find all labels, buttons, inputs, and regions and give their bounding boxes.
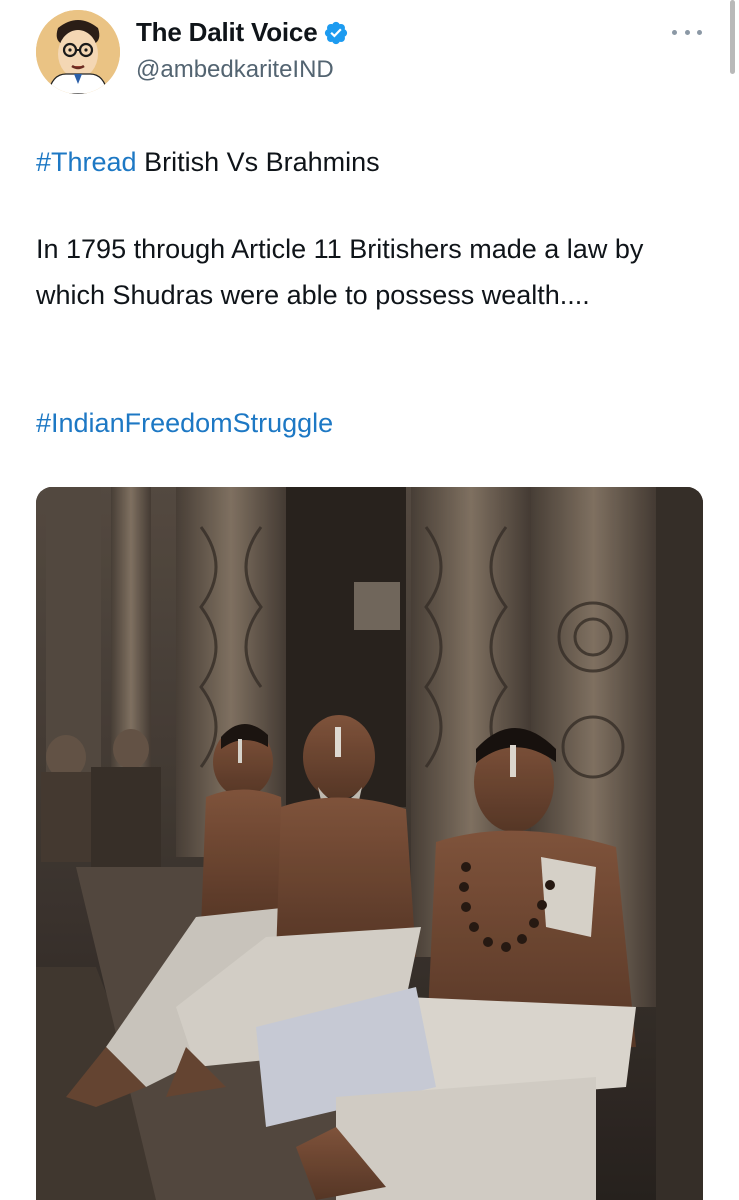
dot (684, 29, 690, 35)
hashtag-thread-link[interactable]: #Thread (36, 147, 137, 177)
verified-badge-icon (325, 21, 348, 44)
avatar-caricature-icon (36, 10, 120, 94)
tweet-title-line: #Thread British Vs Brahmins (36, 139, 696, 185)
author-display-name[interactable]: The Dalit Voice (136, 17, 318, 48)
tweet-media-photo[interactable] (36, 487, 703, 1200)
scrollbar[interactable] (730, 0, 735, 74)
author-name-row: The Dalit Voice (136, 17, 349, 48)
more-options-icon[interactable] (672, 26, 702, 38)
hashtag-freedom-link[interactable]: #IndianFreedomStruggle (36, 408, 333, 438)
author-avatar[interactable] (36, 10, 120, 94)
author-handle[interactable]: @ambedkariteIND (136, 56, 334, 84)
tweet-hashtag-line: #IndianFreedomStruggle (36, 400, 696, 446)
dot (697, 29, 702, 35)
tweet-page: The Dalit Voice @ambedkariteIND #Thread … (0, 0, 739, 1200)
dot (672, 29, 677, 35)
temple-priests-photo (36, 487, 703, 1200)
tweet-body-text: In 1795 through Article 11 Britishers ma… (36, 234, 644, 310)
tweet-title-text: British Vs Brahmins (136, 147, 380, 177)
